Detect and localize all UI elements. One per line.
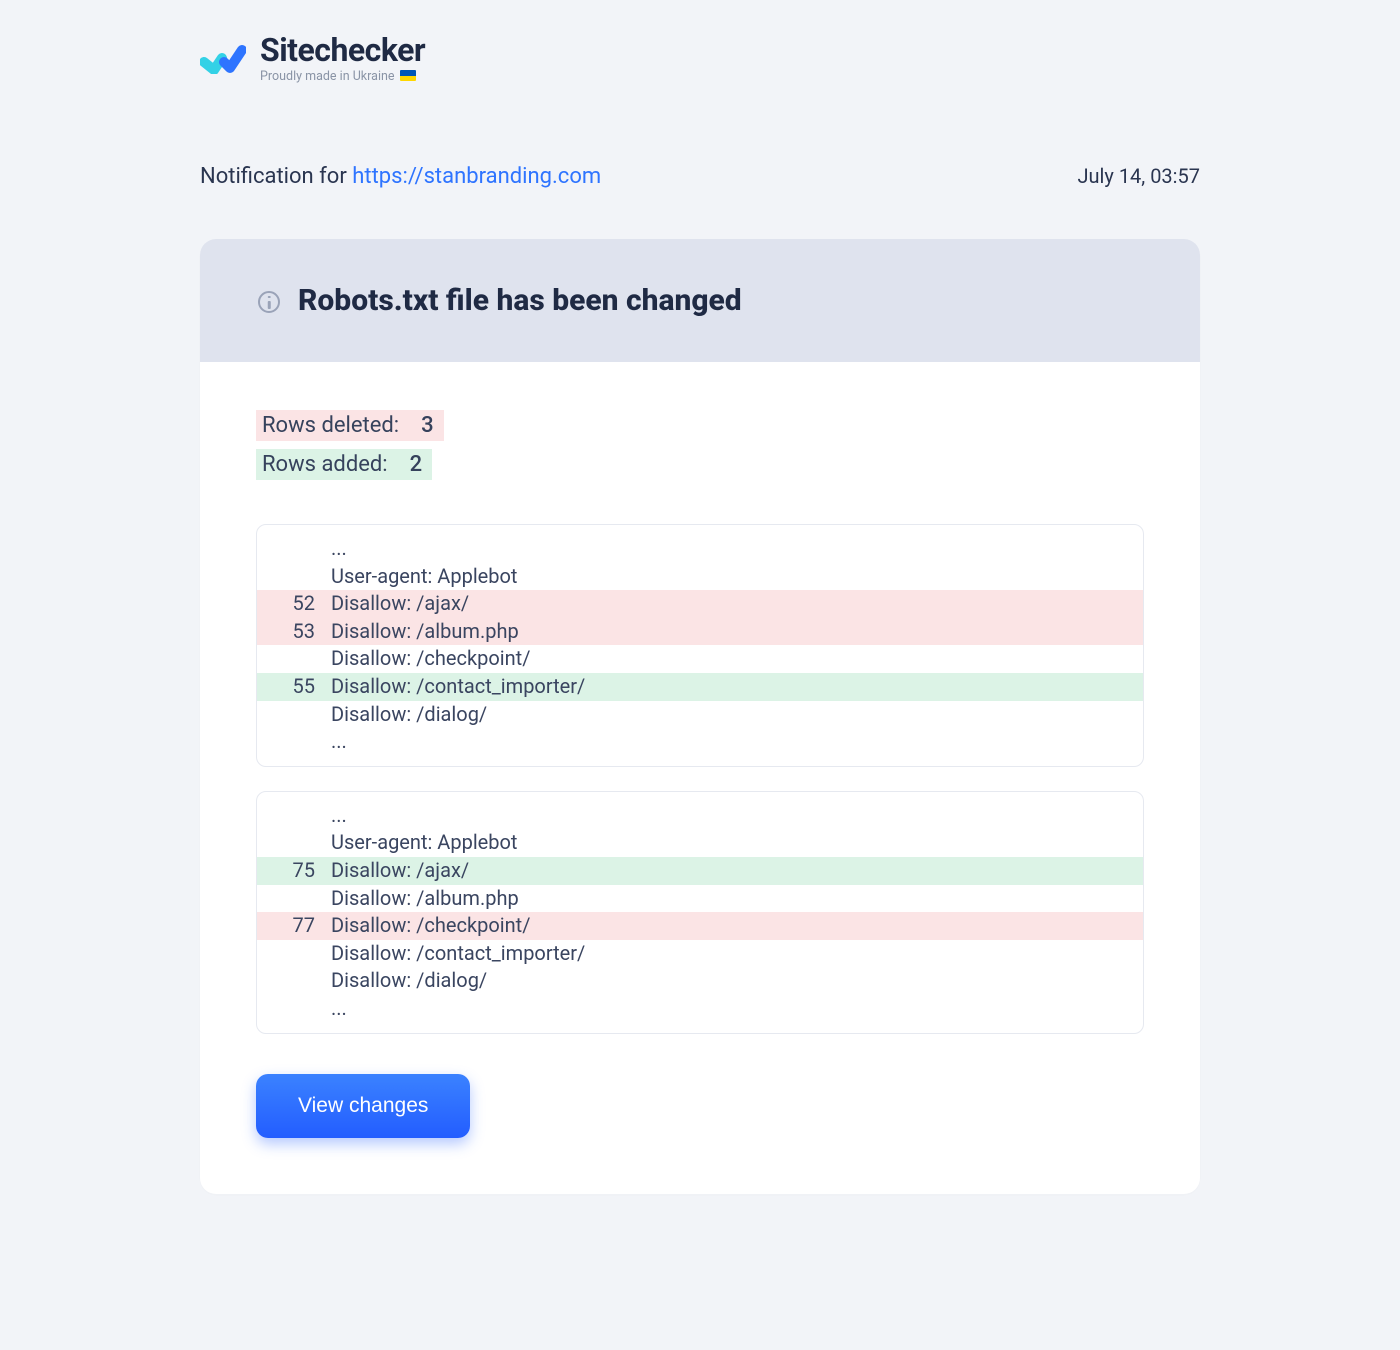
rows-deleted-count: 3 bbox=[421, 413, 434, 438]
line-number: 55 bbox=[257, 673, 327, 701]
line-text: Disallow: /album.php bbox=[327, 618, 519, 646]
diff-line: 77Disallow: /checkpoint/ bbox=[257, 912, 1143, 940]
diff-line: ... bbox=[257, 535, 1143, 563]
line-text: Disallow: /checkpoint/ bbox=[327, 645, 530, 673]
line-text: Disallow: /checkpoint/ bbox=[327, 912, 530, 940]
diff-line: ... bbox=[257, 728, 1143, 756]
logo: Sitechecker Proudly made in Ukraine bbox=[200, 30, 1200, 84]
line-text: Disallow: /album.php bbox=[327, 885, 519, 913]
diff-line: Disallow: /dialog/ bbox=[257, 701, 1143, 729]
line-text: ... bbox=[327, 728, 347, 756]
notification-date: July 14, 03:57 bbox=[1077, 164, 1200, 188]
rows-deleted-stat: Rows deleted: 3 bbox=[256, 410, 444, 441]
rows-added-stat: Rows added: 2 bbox=[256, 449, 432, 480]
line-text: Disallow: /contact_importer/ bbox=[327, 940, 585, 968]
line-text: ... bbox=[327, 535, 347, 563]
diff-line: 53Disallow: /album.php bbox=[257, 618, 1143, 646]
diff-line: 75Disallow: /ajax/ bbox=[257, 857, 1143, 885]
card-header: Robots.txt file has been changed bbox=[200, 239, 1200, 362]
line-text: Disallow: /ajax/ bbox=[327, 857, 469, 885]
line-text: Disallow: /contact_importer/ bbox=[327, 673, 585, 701]
line-number: 52 bbox=[257, 590, 327, 618]
card-title: Robots.txt file has been changed bbox=[298, 283, 742, 318]
line-number: 75 bbox=[257, 857, 327, 885]
line-number: 53 bbox=[257, 618, 327, 646]
rows-added-label: Rows added: bbox=[262, 452, 388, 477]
line-text: ... bbox=[327, 995, 347, 1023]
diff-line: 52Disallow: /ajax/ bbox=[257, 590, 1143, 618]
diff-line: 55Disallow: /contact_importer/ bbox=[257, 673, 1143, 701]
diff-line: Disallow: /album.php bbox=[257, 885, 1143, 913]
diff-line: Disallow: /contact_importer/ bbox=[257, 940, 1143, 968]
site-url-link[interactable]: https://stanbranding.com bbox=[352, 164, 601, 189]
notification-heading: Notification for https://stanbranding.co… bbox=[200, 164, 601, 189]
line-number: 77 bbox=[257, 912, 327, 940]
rows-added-count: 2 bbox=[410, 452, 423, 477]
view-changes-button[interactable]: View changes bbox=[256, 1074, 470, 1138]
line-text: User-agent: Applebot bbox=[327, 829, 517, 857]
line-text: Disallow: /dialog/ bbox=[327, 967, 487, 995]
diff-line: ... bbox=[257, 995, 1143, 1023]
brand-name: Sitechecker bbox=[260, 34, 425, 66]
rows-deleted-label: Rows deleted: bbox=[262, 413, 399, 438]
line-text: ... bbox=[327, 802, 347, 830]
diff-block-1: ...User-agent: Applebot52Disallow: /ajax… bbox=[256, 524, 1144, 767]
line-text: Disallow: /dialog/ bbox=[327, 701, 487, 729]
diff-line: User-agent: Applebot bbox=[257, 829, 1143, 857]
diff-line: ... bbox=[257, 802, 1143, 830]
diff-line: User-agent: Applebot bbox=[257, 563, 1143, 591]
ukraine-flag-icon bbox=[400, 70, 416, 81]
line-text: Disallow: /ajax/ bbox=[327, 590, 469, 618]
logo-mark-icon bbox=[200, 44, 246, 74]
line-text: User-agent: Applebot bbox=[327, 563, 517, 591]
notification-card: Robots.txt file has been changed Rows de… bbox=[200, 239, 1200, 1194]
brand-tagline: Proudly made in Ukraine bbox=[260, 69, 425, 84]
diff-block-2: ...User-agent: Applebot75Disallow: /ajax… bbox=[256, 791, 1144, 1034]
diff-line: Disallow: /checkpoint/ bbox=[257, 645, 1143, 673]
diff-line: Disallow: /dialog/ bbox=[257, 967, 1143, 995]
info-icon bbox=[258, 291, 280, 313]
notification-prefix: Notification for bbox=[200, 164, 352, 189]
